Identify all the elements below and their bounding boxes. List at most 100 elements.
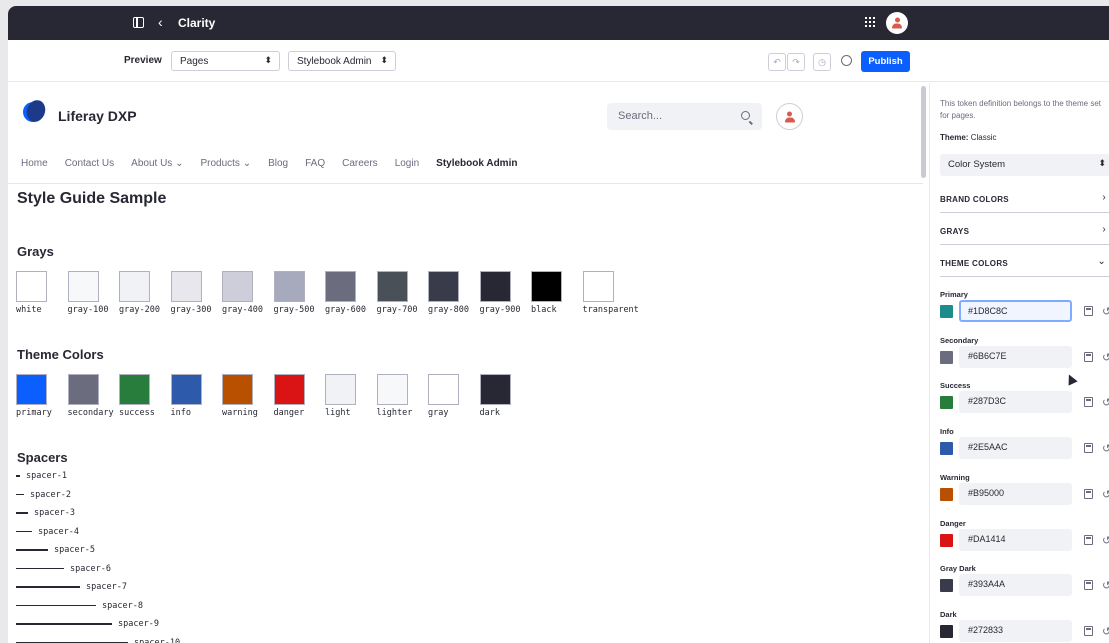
reset-icon[interactable]: ↺: [1102, 579, 1109, 592]
chevron-icon[interactable]: ⌄: [1097, 256, 1106, 267]
reset-icon[interactable]: ↺: [1102, 305, 1109, 318]
chevron-icon[interactable]: ›: [1102, 192, 1106, 203]
color-preview-swatch[interactable]: [940, 487, 953, 501]
hex-input[interactable]: #B95000: [959, 482, 1072, 505]
page-select-value: Stylebook Admin: [297, 56, 372, 67]
value-from-stylebook-icon[interactable]: [1084, 397, 1093, 408]
swatch-color-box: [479, 271, 511, 302]
editor-toolbar: Preview Pages ⬍ Stylebook Admin ⬍ ↶ ↷ ◷ …: [8, 40, 1109, 82]
panel-header[interactable]: THEME COLORS ⌄: [940, 253, 1109, 277]
color-swatch: gray-900: [479, 271, 532, 315]
back-icon[interactable]: ‹: [158, 14, 163, 30]
color-preview-swatch[interactable]: [940, 396, 953, 410]
token-row: Warning #B95000 ↺: [940, 473, 1109, 513]
swatch-label: black: [531, 305, 557, 315]
nav-item[interactable]: About Us ⌄: [131, 158, 183, 169]
user-avatar-icon[interactable]: [886, 12, 908, 34]
select-arrow-icon: ⬍: [1098, 158, 1106, 168]
user-menu-icon[interactable]: [776, 103, 803, 130]
search-input[interactable]: Search...: [607, 103, 762, 130]
theme-colors-swatches: primary secondary success info warning danger…: [16, 374, 531, 418]
page-type-select-value: Pages: [180, 56, 209, 67]
nav-item[interactable]: Home: [21, 158, 48, 169]
swatch-color-box: [531, 271, 562, 302]
liferay-logo-icon: [23, 97, 49, 125]
spacer-row: spacer-10: [16, 638, 180, 643]
nav-item[interactable]: FAQ: [305, 158, 325, 169]
hex-input[interactable]: #1D8C8C: [959, 300, 1072, 322]
spacer-label: spacer-5: [54, 545, 95, 555]
token-row: Danger #DA1414 ↺: [940, 519, 1109, 559]
swatch-color-box: [273, 271, 305, 302]
value-from-stylebook-icon[interactable]: [1084, 351, 1093, 362]
value-from-stylebook-icon[interactable]: [1084, 306, 1093, 316]
nav-item[interactable]: Products ⌄: [200, 158, 251, 169]
nav-item[interactable]: Stylebook Admin: [436, 158, 517, 169]
spacer-label: spacer-10: [134, 637, 181, 643]
swatch-color-box: [222, 271, 253, 302]
color-preview-swatch[interactable]: [940, 350, 953, 364]
swatch-color-box: [325, 374, 356, 405]
color-swatch: gray-700: [376, 271, 429, 315]
nav-item[interactable]: Careers: [342, 158, 378, 169]
undo-icon[interactable]: ↶: [768, 53, 786, 71]
preview-scrollbar[interactable]: [921, 86, 926, 178]
color-swatch: black: [531, 271, 583, 315]
publish-button[interactable]: Publish: [861, 51, 910, 72]
token-label: Success: [940, 381, 971, 391]
color-preview-swatch[interactable]: [940, 533, 953, 547]
color-preview-swatch[interactable]: [940, 442, 953, 456]
panel-header[interactable]: BRAND COLORS ›: [940, 189, 1109, 213]
history-icon[interactable]: ◷: [813, 53, 831, 71]
color-preview-swatch[interactable]: [940, 305, 953, 318]
panel-title: BRAND COLORS: [940, 195, 1009, 204]
panel-header[interactable]: GRAYS ›: [940, 221, 1109, 245]
spacer-row: spacer-6: [16, 564, 111, 574]
page-select[interactable]: Stylebook Admin ⬍: [288, 51, 396, 71]
page-type-select[interactable]: Pages ⬍: [171, 51, 280, 71]
panel-title: GRAYS: [940, 227, 970, 236]
nav-item[interactable]: Blog: [268, 158, 288, 169]
color-preview-swatch[interactable]: [940, 579, 953, 593]
hex-input[interactable]: #287D3C: [959, 391, 1072, 414]
color-system-value: Color System: [948, 159, 1006, 170]
reset-icon[interactable]: ↺: [1102, 351, 1109, 364]
token-label: Secondary: [940, 335, 979, 345]
nav-item[interactable]: Contact Us: [65, 158, 114, 169]
value-from-stylebook-icon[interactable]: [1084, 488, 1093, 499]
clock-icon[interactable]: [841, 55, 852, 66]
value-from-stylebook-icon[interactable]: [1084, 580, 1093, 591]
hex-input[interactable]: #DA1414: [959, 528, 1072, 551]
swatch-color-box: [67, 271, 99, 302]
reset-icon[interactable]: ↺: [1102, 534, 1109, 547]
hex-input[interactable]: #272833: [959, 619, 1072, 642]
redo-icon[interactable]: ↷: [787, 53, 805, 71]
spacer-line: [16, 475, 20, 477]
search-icon[interactable]: [741, 111, 750, 120]
nav-item[interactable]: Login: [395, 158, 419, 169]
reset-icon[interactable]: ↺: [1102, 396, 1109, 409]
hex-input[interactable]: #6B6C7E: [959, 345, 1072, 368]
value-from-stylebook-icon[interactable]: [1084, 534, 1093, 545]
color-swatch: primary: [16, 374, 68, 418]
swatch-color-box: [376, 271, 408, 302]
hex-input[interactable]: #393A4A: [959, 574, 1072, 597]
swatch-color-box: [170, 374, 202, 405]
sidebar-toggle-icon[interactable]: [133, 17, 144, 28]
reset-icon[interactable]: ↺: [1102, 488, 1109, 501]
token-row: Info #2E5AAC ↺: [940, 427, 1109, 467]
apps-grid-icon[interactable]: [865, 17, 875, 27]
reset-icon[interactable]: ↺: [1102, 625, 1109, 638]
color-swatch: gray-600: [325, 271, 377, 315]
theme-colors-heading: Theme Colors: [17, 347, 104, 362]
hex-input[interactable]: #2E5AAC: [959, 437, 1072, 460]
reset-icon[interactable]: ↺: [1102, 442, 1109, 455]
value-from-stylebook-icon[interactable]: [1084, 625, 1093, 636]
swatch-label: gray-600: [325, 305, 366, 315]
swatch-label: lighter: [376, 408, 413, 418]
color-preview-swatch[interactable]: [940, 624, 953, 638]
app-window: ‹ Clarity Preview Pages ⬍ Stylebook Admi…: [8, 6, 1109, 643]
value-from-stylebook-icon[interactable]: [1084, 443, 1093, 454]
color-system-select[interactable]: Color System ⬍: [940, 154, 1109, 176]
chevron-icon[interactable]: ›: [1102, 224, 1106, 235]
